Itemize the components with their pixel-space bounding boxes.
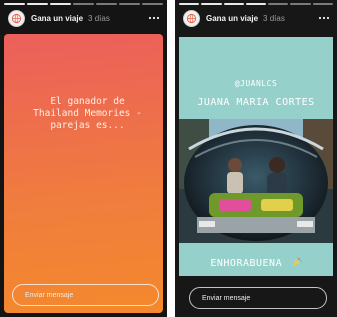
message-placeholder: Enviar mensaje: [25, 291, 74, 299]
congrats-label: ENHORABUENA: [210, 258, 283, 269]
winner-handle: @JUANLCS: [234, 79, 278, 88]
story-header: Gana un viaje 3 días: [183, 8, 331, 28]
more-options-icon: [318, 16, 330, 20]
winner-photo: [179, 119, 333, 243]
story-header: Gana un viaje 3 días: [8, 8, 161, 28]
send-message-input[interactable]: Enviar mensaje: [189, 287, 327, 309]
story-text: El ganador de Thailand Memories - pareja…: [33, 96, 142, 131]
avatar[interactable]: [8, 9, 25, 27]
avatar[interactable]: [183, 9, 200, 27]
congrats-text: ENHORABUENA: [175, 257, 337, 269]
story-progress-bar: [179, 3, 333, 5]
send-message-input[interactable]: Enviar mensaje: [12, 284, 159, 306]
username[interactable]: Gana un viaje: [31, 14, 83, 23]
message-placeholder: Enviar mensaje: [202, 294, 251, 302]
story-progress-bar: [4, 3, 163, 5]
story-card-right[interactable]: Gana un viaje 3 días @JUANLCS JUANA MARI…: [175, 0, 337, 317]
globe-logo-icon: [186, 13, 197, 23]
story-gradient-background: [4, 34, 163, 313]
more-options-icon: [148, 16, 160, 20]
party-popper-icon: [292, 257, 302, 266]
more-options-button[interactable]: [317, 13, 331, 23]
story-card-left[interactable]: Gana un viaje 3 días El ganador de Thail…: [0, 0, 167, 317]
username[interactable]: Gana un viaje: [206, 14, 258, 23]
winner-name: JUANA MARIA CORTES: [197, 97, 315, 108]
post-time: 3 días: [88, 13, 110, 23]
globe-logo-icon: [11, 13, 22, 23]
post-time: 3 días: [263, 13, 285, 23]
more-options-button[interactable]: [147, 13, 161, 23]
